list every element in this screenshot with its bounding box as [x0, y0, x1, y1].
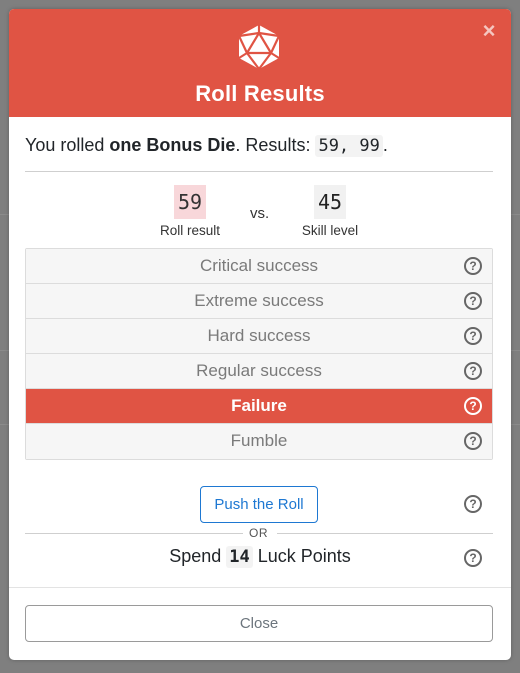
- skill-level-value: 45: [313, 185, 347, 219]
- help-icon[interactable]: ?: [464, 257, 482, 275]
- spend-suffix: Luck Points: [252, 546, 351, 566]
- or-divider-left: [25, 533, 243, 534]
- or-label: OR: [249, 526, 268, 540]
- push-the-roll-button[interactable]: Push the Roll: [200, 486, 318, 523]
- divider: [25, 171, 493, 172]
- outcome-label: Failure: [231, 396, 287, 415]
- dialog-header: Roll Results ×: [9, 9, 511, 117]
- push-help-icon[interactable]: ?: [464, 495, 482, 513]
- outcome-row-regular: Regular success ?: [26, 354, 492, 389]
- help-icon[interactable]: ?: [464, 432, 482, 450]
- roll-summary-suffix: .: [382, 135, 388, 155]
- help-icon[interactable]: ?: [464, 327, 482, 345]
- outcome-label: Critical success: [199, 256, 319, 275]
- roll-summary-prefix: You rolled: [25, 135, 110, 155]
- luck-points-value: 14: [226, 546, 253, 568]
- help-icon[interactable]: ?: [464, 362, 482, 380]
- bonus-die-text: one Bonus Die: [109, 135, 236, 155]
- roll-result-label: Roll result: [159, 223, 221, 238]
- outcome-label: Fumble: [230, 431, 288, 450]
- spend-luck-text: Spend 14 Luck Points: [9, 546, 511, 568]
- skill-level-label: Skill level: [301, 223, 359, 238]
- footer-divider: [9, 587, 511, 588]
- roll-summary: You rolled one Bonus Die. Results: 59, 9…: [25, 135, 388, 157]
- outcome-label: Extreme success: [194, 291, 324, 310]
- outcome-table: Critical success ? Extreme success ? Har…: [25, 248, 493, 460]
- outcome-row-extreme: Extreme success ?: [26, 284, 492, 319]
- help-icon[interactable]: ?: [464, 397, 482, 415]
- spend-prefix: Spend: [169, 546, 227, 566]
- skill-level-block: 45 Skill level: [287, 185, 373, 238]
- outcome-row-fumble: Fumble ?: [26, 424, 492, 459]
- close-icon[interactable]: ×: [479, 20, 499, 42]
- d20-die-icon: [238, 25, 280, 70]
- help-icon[interactable]: ?: [464, 292, 482, 310]
- roll-results-values: 59, 99: [315, 135, 383, 157]
- dialog-title: Roll Results: [195, 81, 325, 106]
- versus-label: vs.: [250, 205, 270, 222]
- or-divider-right: [277, 533, 493, 534]
- outcome-label: Hard success: [207, 326, 311, 345]
- outcome-row-failure: Failure ?: [26, 389, 492, 424]
- outcome-row-critical: Critical success ?: [26, 249, 492, 284]
- outcome-label: Regular success: [196, 361, 322, 380]
- luck-help-icon[interactable]: ?: [464, 549, 482, 567]
- roll-results-dialog: Roll Results × You rolled one Bonus Die.…: [9, 9, 511, 660]
- roll-result-block: 59 Roll result: [147, 185, 233, 238]
- close-button[interactable]: Close: [25, 605, 493, 642]
- roll-result-value: 59: [173, 185, 207, 219]
- outcome-row-hard: Hard success ?: [26, 319, 492, 354]
- roll-summary-middle: . Results:: [235, 135, 316, 155]
